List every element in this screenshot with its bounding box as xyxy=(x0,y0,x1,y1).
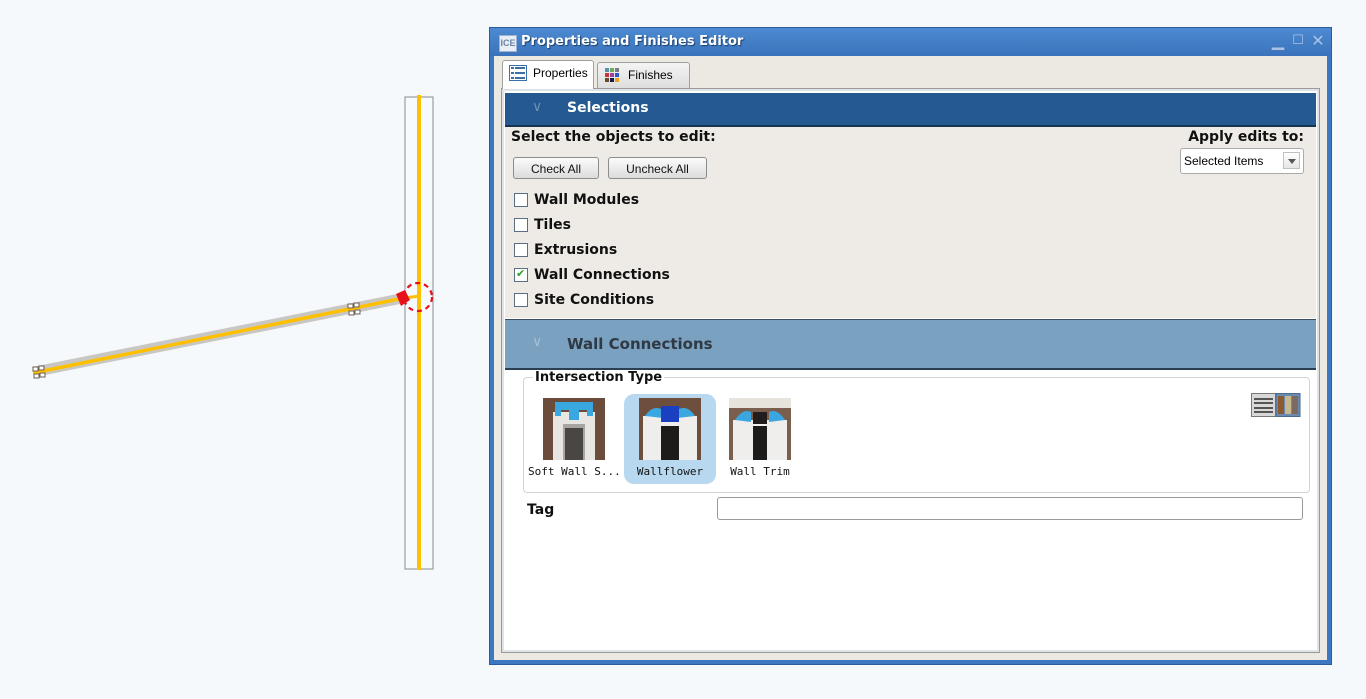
window-client-area: Properties Finishes ∨ Selections Select … xyxy=(494,56,1327,660)
checkbox[interactable] xyxy=(514,243,528,257)
selections-section-header[interactable]: ∨ Selections xyxy=(505,93,1316,127)
minimize-button[interactable]: ▁ xyxy=(1269,32,1287,50)
close-button[interactable]: ✕ xyxy=(1309,32,1327,50)
close-icon: ✕ xyxy=(1311,31,1325,50)
wall-connections-section-header[interactable]: ∨ Wall Connections xyxy=(505,319,1316,370)
properties-panel: ∨ Selections Select the objects to edit:… xyxy=(501,88,1320,653)
option-soft-wall[interactable]: Soft Wall S... xyxy=(528,394,621,484)
app-logo-icon: ICE xyxy=(499,35,517,52)
option-label: Wall Trim xyxy=(730,465,790,478)
tab-label: Finishes xyxy=(628,68,673,82)
title-bar[interactable]: ICE Properties and Finishes Editor ▁ ☐ ✕ xyxy=(490,28,1331,56)
maximize-button[interactable]: ☐ xyxy=(1289,32,1307,50)
tab-finishes[interactable]: Finishes xyxy=(597,62,690,88)
option-wallflower[interactable]: Wallflower xyxy=(624,394,716,484)
checkbox[interactable] xyxy=(514,293,528,307)
intersection-type-label: Intersection Type xyxy=(533,370,665,385)
minimize-icon: ▁ xyxy=(1271,31,1285,50)
checkbox-checked[interactable] xyxy=(514,267,528,282)
checkbox[interactable] xyxy=(514,218,528,232)
vertical-wall[interactable] xyxy=(404,95,434,570)
color-grid-icon xyxy=(605,68,619,82)
angled-wall[interactable] xyxy=(32,293,421,377)
tag-label: Tag xyxy=(527,502,555,518)
checkbox-label: Extrusions xyxy=(534,242,618,258)
maximize-icon: ☐ xyxy=(1292,33,1304,48)
checkbox-label: Tiles xyxy=(534,217,571,233)
apply-edits-label: Apply edits to: xyxy=(1188,129,1304,145)
wall-trim-thumbnail-icon xyxy=(729,398,791,460)
selections-body: Select the objects to edit: Apply edits … xyxy=(505,127,1316,318)
select-objects-prompt: Select the objects to edit: xyxy=(511,129,716,145)
dropdown-value: Selected Items xyxy=(1184,154,1264,168)
check-all-button[interactable]: Check All xyxy=(513,157,599,179)
chevron-down-icon[interactable] xyxy=(1283,152,1300,169)
apply-edits-dropdown[interactable]: Selected Items xyxy=(1180,148,1304,174)
view-mode-toggle-icon[interactable] xyxy=(1251,393,1301,417)
chevron-down-icon: ∨ xyxy=(532,99,543,115)
uncheck-all-button[interactable]: Uncheck All xyxy=(608,157,707,179)
option-label: Wallflower xyxy=(636,465,704,478)
section-title: Wall Connections xyxy=(567,335,713,353)
tab-label: Properties xyxy=(533,66,588,80)
window-title: Properties and Finishes Editor xyxy=(521,34,744,49)
chevron-down-icon: ∨ xyxy=(532,334,543,350)
checkbox[interactable] xyxy=(514,193,528,207)
tag-input[interactable] xyxy=(717,497,1303,520)
option-label: Soft Wall S... xyxy=(528,465,621,478)
intersection-type-group: Intersection Type Soft Wall S... Wallflo… xyxy=(523,370,1310,493)
wallflower-thumbnail-icon xyxy=(639,398,701,460)
section-title: Selections xyxy=(567,100,649,116)
checkbox-label: Wall Modules xyxy=(534,192,640,208)
properties-finishes-editor-window: ICE Properties and Finishes Editor ▁ ☐ ✕… xyxy=(489,27,1332,665)
checkbox-label: Wall Connections xyxy=(534,267,670,283)
checkbox-label: Site Conditions xyxy=(534,292,655,308)
list-icon xyxy=(509,65,527,81)
option-wall-trim[interactable]: Wall Trim xyxy=(714,394,806,484)
soft-wall-thumbnail-icon xyxy=(543,398,605,460)
tab-properties[interactable]: Properties xyxy=(502,60,594,89)
